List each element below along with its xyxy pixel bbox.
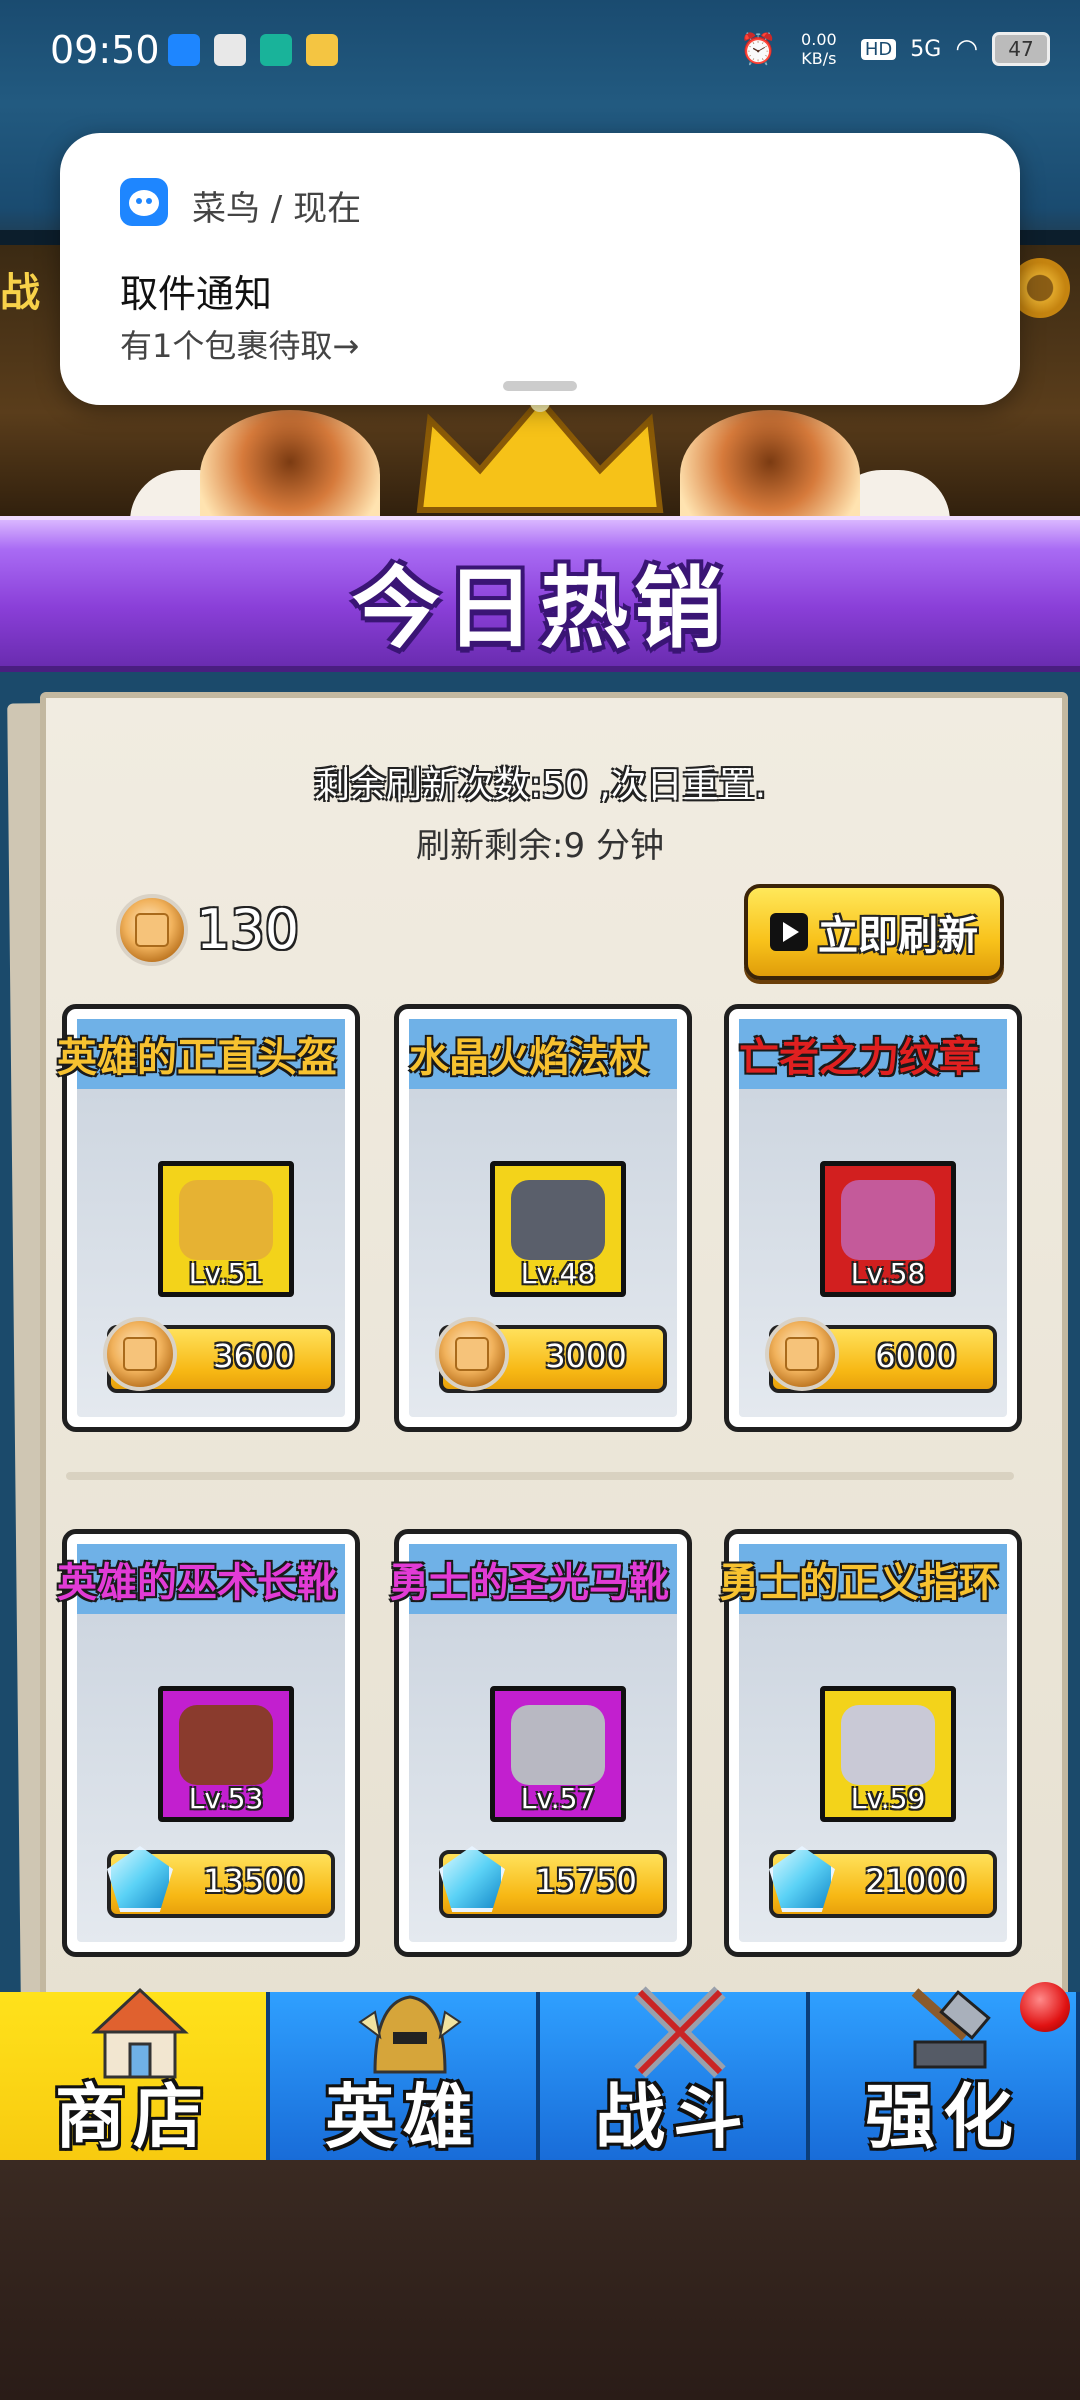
alarm-icon: ⏰ <box>739 31 777 67</box>
play-video-icon <box>770 913 808 951</box>
item-name: 亡者之力纹章 <box>739 1035 979 1081</box>
item-level: Lv.58 <box>850 1257 926 1290</box>
item-icon-frame[interactable]: Lv.58 <box>820 1161 956 1297</box>
item-level: Lv.57 <box>520 1782 596 1815</box>
item-icon-frame[interactable]: Lv.57 <box>490 1686 626 1822</box>
cainiao-status-icon <box>168 34 200 66</box>
nav-tab-battle[interactable]: 战斗 <box>540 1986 810 2170</box>
gem-icon <box>439 1846 505 1912</box>
nav-tab-hero[interactable]: 英雄 <box>270 1992 540 2170</box>
notification-badge <box>1020 1982 1070 2032</box>
nav-label-shop: 商店 <box>55 2076 211 2158</box>
nav-label-upgrade: 强化 <box>865 2076 1021 2158</box>
shop-item-card[interactable]: Lv.48 3000 水晶火焰法杖 <box>394 1004 692 1432</box>
buy-button[interactable]: 3000 <box>435 1317 667 1393</box>
gem-icon <box>107 1846 173 1912</box>
buy-button[interactable]: 15750 <box>439 1846 667 1918</box>
cainiao-app-icon <box>120 178 168 226</box>
shop-item-card[interactable]: Lv.51 3600 英雄的正直头盔 <box>57 1004 360 1432</box>
item-price: 15750 <box>535 1862 637 1900</box>
shop-item-card[interactable]: Lv.58 6000 亡者之力纹章 <box>724 1004 1022 1432</box>
item-price: 13500 <box>203 1862 305 1900</box>
notification-handle[interactable] <box>503 381 577 391</box>
item-name: 英雄的巫术长靴 <box>57 1560 337 1606</box>
boss-status-icon <box>260 34 292 66</box>
item-price: 21000 <box>865 1862 967 1900</box>
coin-icon <box>116 894 188 966</box>
shop-item-card[interactable]: Lv.59 21000 勇士的正义指环 <box>719 1529 1022 1957</box>
signal-icon: 5G <box>910 36 942 62</box>
item-art-icon <box>841 1180 935 1260</box>
nav-tab-upgrade[interactable]: 强化 <box>810 1982 1080 2170</box>
item-name: 勇士的圣光马靴 <box>389 1560 669 1606</box>
item-name: 勇士的正义指环 <box>719 1560 999 1606</box>
status-bar: 09:50 ⏰ 0.00 KB/s HD 5G ◠ 47 <box>0 0 1080 105</box>
bottom-nav: 商店 英雄 战斗 强化 <box>0 1982 1080 2170</box>
shop-item-card[interactable]: Lv.57 15750 勇士的圣光马靴 <box>389 1529 692 1957</box>
item-level: Lv.53 <box>188 1782 264 1815</box>
refresh-now-button[interactable]: 立即刷新 <box>744 884 1004 980</box>
item-icon-frame[interactable]: Lv.51 <box>158 1161 294 1297</box>
item-price: 3000 <box>545 1337 627 1375</box>
side-tab-glyph[interactable]: 战 <box>0 260 40 318</box>
refresh-count-text: 剩余刷新次数:50 ,次日重置. <box>313 765 767 806</box>
item-icon-frame[interactable]: Lv.53 <box>158 1686 294 1822</box>
row-divider <box>66 1472 1014 1480</box>
notes-status-icon <box>306 34 338 66</box>
status-system-icons: ⏰ 0.00 KB/s HD 5G ◠ 47 <box>739 30 1050 68</box>
item-icon-frame[interactable]: Lv.48 <box>490 1161 626 1297</box>
wechat-status-icon <box>214 34 246 66</box>
refresh-timer-text: 刷新剩余:9 分钟 <box>416 826 664 866</box>
nav-tab-shop[interactable]: 商店 <box>0 1987 270 2170</box>
item-art-icon <box>511 1705 605 1785</box>
refresh-now-label: 立即刷新 <box>818 913 978 959</box>
crown-icon <box>416 392 664 513</box>
wifi-icon: ◠ <box>955 34 978 64</box>
ground-background <box>0 2160 1080 2400</box>
item-name: 水晶火焰法杖 <box>409 1035 649 1081</box>
hd-icon: HD <box>860 38 897 60</box>
battery-icon: 47 <box>992 32 1050 66</box>
gem-icon <box>769 1846 835 1912</box>
item-art-icon <box>511 1180 605 1260</box>
coin-balance: 130 <box>196 898 300 961</box>
notification-title: 取件通知 <box>120 272 273 316</box>
shop-item-card[interactable]: Lv.53 13500 英雄的巫术长靴 <box>57 1529 360 1957</box>
buy-button[interactable]: 3600 <box>103 1317 335 1393</box>
buy-button[interactable]: 21000 <box>769 1846 997 1918</box>
item-level: Lv.48 <box>520 1257 596 1290</box>
status-app-icons <box>168 34 338 66</box>
item-name: 英雄的正直头盔 <box>57 1035 337 1081</box>
coin-icon <box>103 1317 177 1391</box>
net-speed: 0.00 KB/s <box>801 30 837 68</box>
nav-label-hero: 英雄 <box>325 2076 481 2158</box>
coin-icon <box>765 1317 839 1391</box>
hot-sale-banner: 今日热销 <box>0 516 1080 672</box>
buy-button[interactable]: 13500 <box>107 1846 335 1918</box>
item-icon-frame[interactable]: Lv.59 <box>820 1686 956 1822</box>
item-art-icon <box>841 1705 935 1785</box>
item-art-icon <box>179 1705 273 1785</box>
item-price: 6000 <box>875 1337 957 1375</box>
item-level: Lv.59 <box>850 1782 926 1815</box>
coin-icon <box>435 1317 509 1391</box>
clock: 09:50 <box>50 28 160 72</box>
item-art-icon <box>179 1180 273 1260</box>
notification-body: 有1个包裹待取→ <box>120 327 360 365</box>
banner-title: 今日热销 <box>351 557 728 660</box>
item-level: Lv.51 <box>188 1257 264 1290</box>
item-price: 3600 <box>213 1337 295 1375</box>
buy-button[interactable]: 6000 <box>765 1317 997 1393</box>
notification-app-name: 菜鸟 / 现在 <box>192 189 362 229</box>
notification-card[interactable]: 菜鸟 / 现在 取件通知 有1个包裹待取→ <box>60 133 1020 405</box>
nav-label-battle: 战斗 <box>595 2076 751 2158</box>
